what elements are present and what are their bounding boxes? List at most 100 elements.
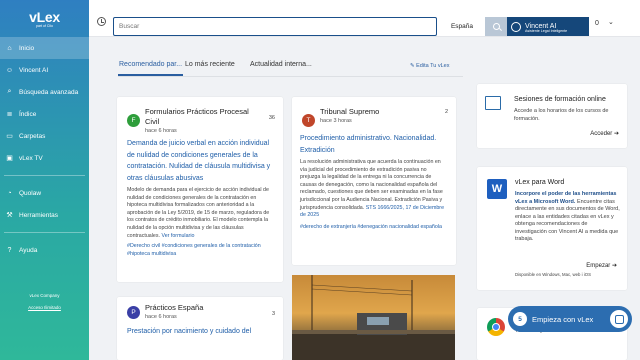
word-card: W vLex para Word Incorpore el poder de l…	[477, 167, 627, 290]
sidebar-item-vincent-ai[interactable]: ☺ Vincent AI	[0, 59, 89, 81]
notification-count[interactable]: 0	[595, 20, 599, 27]
source-avatar: P	[127, 306, 140, 319]
sidebar-divider	[4, 232, 85, 233]
sidebar-item-label: Vincent AI	[19, 66, 49, 74]
sidebar-item-ayuda[interactable]: ? Ayuda	[0, 239, 89, 261]
company-label: vLex Company	[29, 293, 60, 298]
training-action-label: Acceder	[590, 131, 613, 137]
arrow-circle-icon: ➔	[611, 263, 617, 269]
feed-card: T Tribunal Supremo hace 3 horas 2 Proced…	[292, 97, 456, 265]
edit-feed-link[interactable]: ✎ Edita Tu vLex	[410, 63, 449, 69]
home-icon: ⌂	[7, 44, 12, 52]
sidebar: vLex part of Clio ⌂ Inicio ☺ Vincent AI ⌕ B…	[0, 0, 89, 360]
card-link[interactable]: Prestación por nacimiento y cuidado del	[117, 320, 283, 338]
card-body-text: La resolución administrativa que acuerda…	[300, 159, 443, 211]
chevron-down-icon[interactable]: ⌄	[608, 18, 614, 26]
word-desc: Incorpore el poder de las herramientas v…	[515, 191, 620, 244]
start-label: Empieza con vLex	[532, 314, 594, 324]
tv-icon: ▣	[6, 155, 13, 162]
arrow-circle-icon: ➔	[613, 131, 619, 137]
news-image[interactable]	[292, 275, 455, 360]
history-icon[interactable]	[97, 17, 106, 26]
quolaw-icon: ◔	[7, 189, 12, 197]
training-title: Sesiones de formación online	[514, 96, 606, 103]
sidebar-item-label: Carpetas	[19, 132, 46, 140]
vincent-avatar-icon	[511, 21, 521, 32]
vlex-logo[interactable]: vLex part of Clio	[0, 0, 89, 37]
card-time: hace 3 horas	[320, 118, 352, 124]
search-button[interactable]	[485, 17, 507, 36]
sidebar-item-quolaw[interactable]: ◔ Quolaw	[0, 182, 89, 204]
sidebar-item-indice[interactable]: ≣ Índice	[0, 103, 89, 125]
sidebar-item-label: Búsqueda avanzada	[19, 88, 79, 96]
source-title[interactable]: Formularios Prácticos Procesal Civil	[145, 107, 260, 127]
card-tags[interactable]: #Derecho civil #condiciones generales de…	[127, 243, 273, 258]
vincent-ai-icon: ☺	[5, 66, 14, 74]
sidebar-item-vlex-tv[interactable]: ▣ vLex TV	[0, 147, 89, 169]
brand-sub: part of Clio	[36, 24, 53, 28]
word-title: vLex para Word	[515, 179, 565, 186]
training-card: Sesiones de formación online Accede a lo…	[477, 84, 627, 148]
word-icon: W	[487, 179, 507, 199]
chrome-icon	[487, 318, 505, 336]
sidebar-item-label: Índice	[19, 110, 37, 118]
tabs-divider	[118, 76, 463, 77]
tab-lo-mas-reciente[interactable]: Lo más reciente	[185, 61, 235, 68]
search-icon	[492, 23, 500, 30]
help-icon: ?	[7, 246, 12, 254]
sidebar-footer: vLex Company Acceso Ilimitado	[0, 290, 89, 314]
access-link[interactable]: Acceso Ilimitado	[0, 302, 89, 314]
tab-recomendado[interactable]: Recomendado par...	[119, 61, 182, 68]
topbar: España Vincent AI Asistente Legal Inteli…	[89, 0, 640, 37]
brand-name: vLex	[29, 9, 60, 25]
tab-actualidad[interactable]: Actualidad interna...	[250, 61, 312, 68]
sidebar-item-label: Herramientas	[19, 211, 59, 219]
feed-card: P Prácticos España hace 6 horas 3 Presta…	[117, 297, 283, 360]
index-icon: ≣	[6, 111, 13, 118]
card-body-text: Modelo de demanda para el ejercicio de a…	[127, 187, 270, 239]
search-icon: ⌕	[7, 88, 12, 95]
source-avatar: T	[302, 114, 315, 127]
word-desc-text: Encuentre citas directamente en sus docu…	[515, 198, 620, 243]
card-tags[interactable]: #derecho de extranjería #denegación naci…	[300, 224, 448, 232]
sidebar-item-carpetas[interactable]: ▭ Carpetas	[0, 125, 89, 147]
user-role: Asistente Legal Inteligente	[525, 29, 568, 33]
source-title[interactable]: Tribunal Supremo	[320, 107, 379, 117]
sidebar-item-label: Quolaw	[19, 189, 42, 197]
edit-feed-label: Edita Tu vLex	[416, 63, 450, 69]
card-time: hace 6 horas	[145, 128, 177, 134]
card-body: Modelo de demanda para el ejercicio de a…	[127, 187, 273, 240]
sidebar-item-label: vLex TV	[19, 154, 43, 162]
source-title[interactable]: Prácticos España	[145, 303, 203, 313]
source-avatar: F	[127, 114, 140, 127]
sidebar-item-inicio[interactable]: ⌂ Inicio	[0, 37, 89, 59]
country-selector[interactable]: España	[439, 17, 485, 36]
card-more-link[interactable]: Ver formulario	[161, 233, 194, 239]
folder-icon: ▭	[6, 133, 13, 140]
tools-icon: ⚒	[6, 212, 13, 219]
sidebar-item-label: Inicio	[19, 44, 35, 52]
search-input[interactable]	[113, 17, 437, 36]
truck-road-image	[292, 275, 455, 360]
feed-tabs: Recomendado par... Lo más reciente Actua…	[118, 58, 463, 78]
card-count: 36	[268, 115, 275, 121]
start-vlex-button[interactable]: 5 Empieza con vLex	[508, 306, 632, 332]
sidebar-item-label: Ayuda	[19, 246, 38, 254]
card-link[interactable]: Demanda de juicio verbal en acción indiv…	[127, 138, 273, 184]
feed-card: F Formularios Prácticos Procesal Civil h…	[117, 97, 283, 282]
card-count: 3	[271, 311, 275, 317]
training-icon	[485, 96, 501, 110]
sidebar-item-herramientas[interactable]: ⚒ Herramientas	[0, 204, 89, 226]
card-time: hace 6 horas	[145, 314, 177, 320]
word-start-button[interactable]: Empezar ➔	[586, 262, 617, 269]
word-action-label: Empezar	[586, 263, 611, 269]
sidebar-divider	[4, 175, 85, 176]
card-body: La resolución administrativa que acuerda…	[300, 159, 448, 220]
word-availability: Disponible en Windows, Mac, web i iOS	[515, 272, 591, 277]
sidebar-item-busqueda-avanzada[interactable]: ⌕ Búsqueda avanzada	[0, 81, 89, 103]
training-desc: Accede a los horarios de los cursos de f…	[514, 108, 609, 122]
training-access-button[interactable]: Acceder ➔	[590, 130, 619, 137]
card-link[interactable]: Procedimiento administrativo. Nacionalid…	[300, 133, 448, 156]
vincent-ai-button[interactable]: Vincent AI Asistente Legal Inteligente	[507, 17, 589, 36]
active-tab-underline	[118, 74, 183, 76]
